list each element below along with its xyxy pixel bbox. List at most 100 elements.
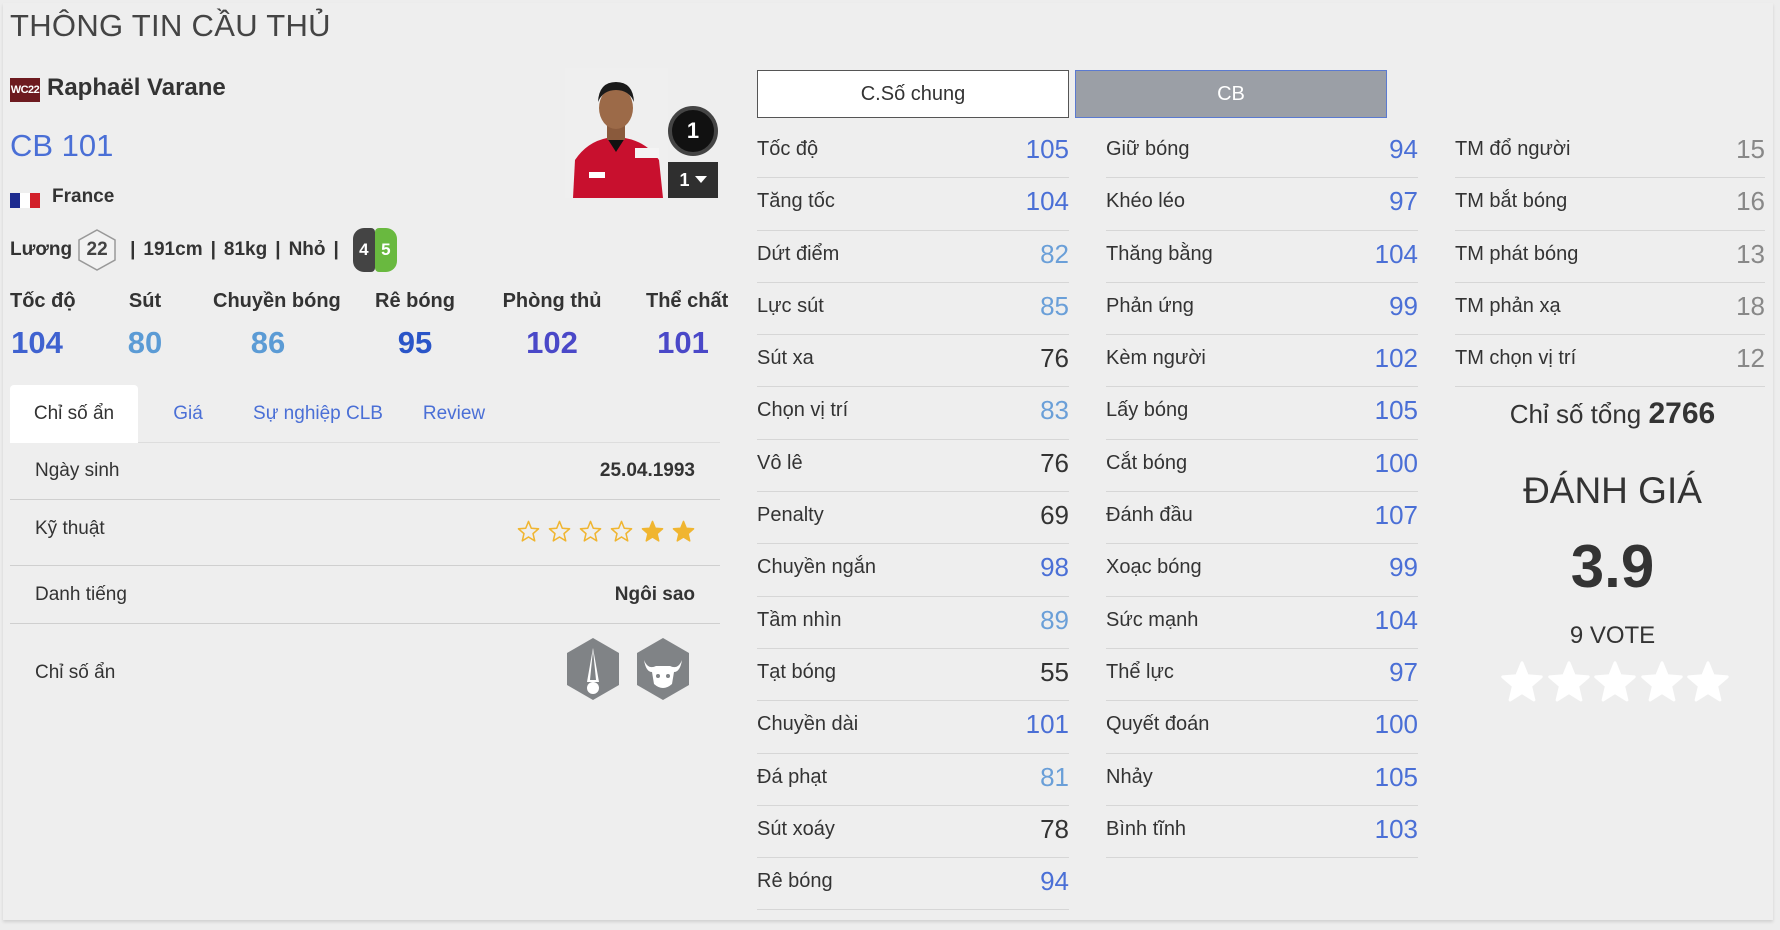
stat-name: Chuyền ngắn — [757, 556, 876, 579]
stat-value: 12 — [1736, 343, 1765, 374]
tab-price[interactable]: Giá — [158, 385, 218, 443]
main-stat-value: 86 — [250, 325, 286, 360]
stat-name: Penalty — [757, 504, 824, 527]
stat-value: 100 — [1374, 447, 1418, 478]
star-empty-icon — [517, 520, 540, 542]
main-stat-value: 80 — [127, 325, 163, 360]
tab-club-career[interactable]: Sự nghiệp CLB — [238, 385, 398, 443]
main-stat-label: Chuyền bóng — [213, 290, 341, 312]
stat-row: Đá phạt 81 — [757, 754, 1069, 806]
stat-name: Tốc độ — [757, 138, 819, 160]
weight-value: 81kg — [223, 239, 268, 260]
stat-value: 83 — [1040, 395, 1069, 426]
main-stat-label: Phòng thủ — [502, 290, 602, 312]
stat-value: 107 — [1374, 500, 1418, 531]
star-icon[interactable] — [1686, 660, 1730, 704]
stat-value: 94 — [1040, 866, 1069, 897]
main-stat-value: 95 — [397, 325, 433, 360]
stat-value: 105 — [1374, 395, 1418, 426]
player-attributes-row: Lương 22 | 191cm | 81kg | Nhỏ | 4 5 — [10, 228, 397, 272]
france-flag-icon — [10, 193, 40, 208]
main-stat-label: Thể chất — [646, 290, 729, 312]
stat-name: TM phản xạ — [1455, 294, 1561, 317]
page-title: THÔNG TIN CẦU THỦ — [10, 8, 331, 43]
star-icon[interactable] — [1593, 660, 1637, 704]
main-stat-passing: Chuyền bóng 86 — [213, 290, 341, 361]
main-stat-pace: Tốc độ 104 — [10, 290, 76, 361]
star-icon[interactable] — [1640, 660, 1684, 704]
stat-name: Thăng bằng — [1106, 242, 1213, 265]
stat-value: 69 — [1040, 500, 1069, 531]
chevron-down-icon — [694, 176, 707, 183]
skill-label: Kỹ thuật — [35, 518, 105, 539]
main-stat-shooting: Sút 80 — [120, 290, 170, 361]
stat-name: TM chọn vị trí — [1455, 347, 1577, 370]
salary-label: Lương — [10, 239, 73, 260]
season-badge: WC22 — [10, 78, 40, 102]
stat-name: Lực sút — [757, 294, 824, 317]
stat-value: 94 — [1389, 134, 1418, 164]
stat-value: 89 — [1040, 604, 1069, 635]
stat-name: Phản ứng — [1106, 294, 1194, 317]
stat-name: Đá phạt — [757, 765, 828, 788]
stat-row: TM chọn vị trí 12 — [1455, 335, 1765, 388]
main-stat-label: Rê bóng — [375, 290, 455, 312]
stat-name: TM phát bóng — [1455, 242, 1579, 265]
stat-name: Sức mạnh — [1106, 608, 1199, 631]
tab-hidden-stats[interactable]: Chỉ số ẩn — [10, 385, 138, 443]
stat-name: Thể lực — [1106, 660, 1174, 683]
star-icon[interactable] — [1500, 660, 1544, 704]
rating-value: 3.9 — [1570, 533, 1655, 600]
star-icon[interactable] — [1547, 660, 1591, 704]
stat-value: 105 — [1025, 134, 1069, 164]
bull-power-header-trait-icon[interactable] — [634, 636, 692, 702]
stat-row: TM phát bóng 13 — [1455, 231, 1765, 283]
stat-name: Vô lê — [757, 451, 803, 474]
info-row-skill: Kỹ thuật — [10, 500, 720, 566]
tab-general-stats[interactable]: C.Số chung — [757, 70, 1069, 118]
birth-value: 25.04.1993 — [599, 460, 695, 481]
stat-row: Quyết đoán 100 — [1106, 701, 1418, 754]
stats-column-defense: Giữ bóng 94 Khéo léo 97 Thăng bằng 104 Phản ứn… — [1106, 126, 1418, 859]
player-name: Raphaël Varane — [47, 74, 226, 101]
stat-value: 100 — [1374, 709, 1418, 740]
info-row-fame: Danh tiếng Ngôi sao — [10, 566, 720, 624]
stat-name: Sút xa — [757, 347, 814, 370]
stat-row: Chuyền ngắn 98 — [757, 544, 1069, 597]
stat-name: Khéo léo — [1106, 190, 1185, 213]
stat-value: 103 — [1374, 813, 1418, 844]
tab-cb-stats[interactable]: CB — [1075, 70, 1387, 118]
level-select[interactable]: 1 — [668, 162, 718, 198]
player-photo — [565, 68, 668, 198]
stat-category-tabs: C.Số chung CB — [757, 70, 1391, 118]
stat-row: TM bắt bóng 16 — [1455, 178, 1765, 231]
long-throw-trait-icon[interactable] — [564, 636, 622, 702]
stat-value: 101 — [1025, 709, 1069, 740]
stat-name: Quyết đoán — [1106, 713, 1210, 736]
foot-rating-icon: 4 5 — [352, 228, 397, 272]
left-foot-value: 4 — [352, 228, 375, 272]
stat-value: 99 — [1389, 290, 1418, 321]
stat-value: 99 — [1389, 552, 1418, 583]
stat-row: TM phản xạ 18 — [1455, 283, 1765, 336]
main-stat-label: Tốc độ — [10, 290, 76, 312]
stat-row: Lấy bóng 105 — [1106, 387, 1418, 440]
stat-value: 104 — [1025, 186, 1069, 217]
info-row-birth: Ngày sinh 25.04.1993 — [10, 443, 720, 500]
main-stat-value: 101 — [657, 325, 709, 360]
stat-value: 15 — [1736, 134, 1765, 164]
vote-count: 9 VOTE — [1569, 622, 1656, 649]
stat-name: Tạt bóng — [757, 660, 836, 683]
fame-label: Danh tiếng — [35, 584, 127, 605]
stat-name: Cắt bóng — [1106, 451, 1188, 474]
total-stats-label: Chỉ số tổng — [1509, 399, 1642, 429]
stat-name: Dứt điểm — [757, 242, 840, 265]
main-stat-defending: Phòng thủ 102 — [502, 290, 602, 361]
star-empty-icon — [548, 520, 571, 542]
stat-row: Sút xa 76 — [757, 335, 1069, 388]
vote-star-rating — [1500, 660, 1730, 706]
stat-value: 55 — [1040, 656, 1069, 687]
tab-review[interactable]: Review — [410, 385, 498, 443]
stat-row: Thể lực 97 — [1106, 649, 1418, 702]
stat-row: Penalty 69 — [757, 492, 1069, 545]
